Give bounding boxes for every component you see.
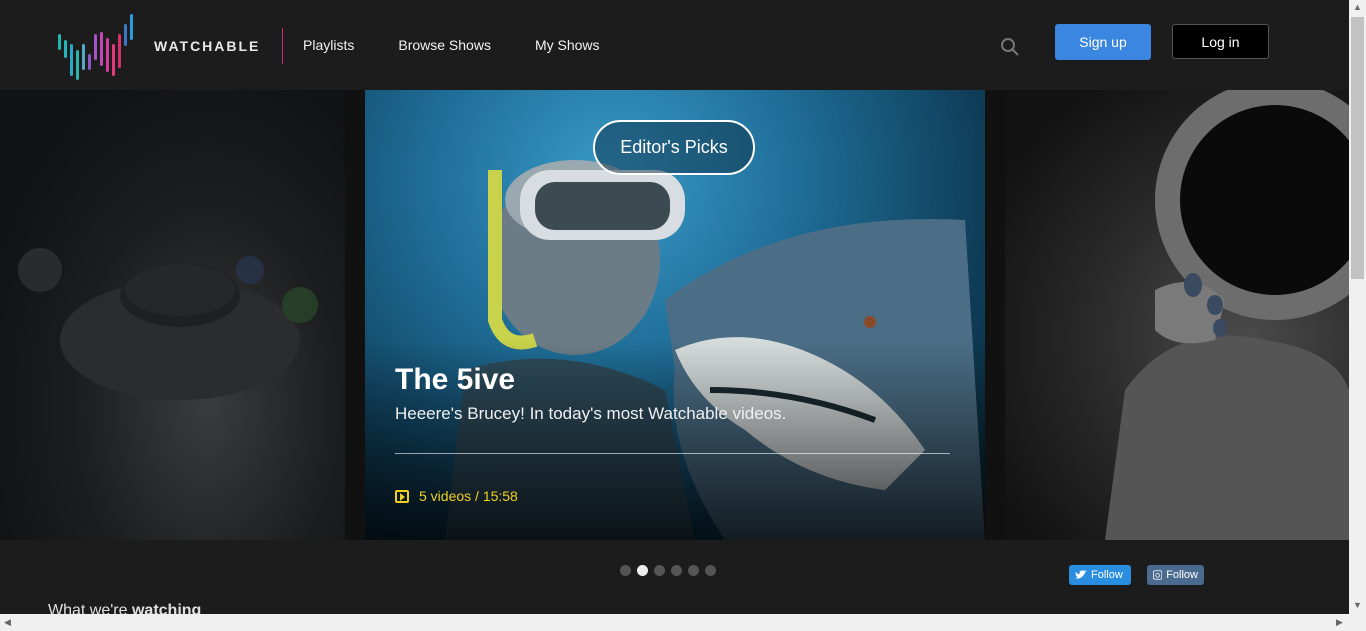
search-icon[interactable] [1000,37,1020,57]
play-icon [395,489,409,503]
hero-meta: 5 videos / 15:58 [395,488,518,504]
hero-meta-text: 5 videos / 15:58 [419,488,518,504]
carousel-slide-next[interactable] [1005,90,1349,540]
vertical-scroll-thumb[interactable] [1351,17,1364,279]
page: WATCHABLE Playlists Browse Shows My Show… [0,0,1366,631]
carousel-dot-active[interactable] [637,565,648,576]
twitter-icon [1075,570,1087,579]
hero-divider [395,453,950,454]
instagram-icon [1153,570,1163,580]
hero-subtitle: Heeere's Brucey! In today's most Watchab… [395,404,787,423]
scroll-right-icon[interactable]: ▶ [1336,617,1343,628]
carousel-dot[interactable] [705,565,716,576]
carousel-slide-active[interactable]: Editor's Picks The 5ive Heeere's Brucey!… [365,90,985,540]
astronaut-image [1105,90,1349,540]
logo-bars-icon [58,14,142,80]
login-button[interactable]: Log in [1172,24,1269,59]
featured-carousel: Editor's Picks The 5ive Heeere's Brucey!… [0,90,1349,540]
instagram-follow-label: Follow [1166,569,1198,581]
scroll-up-icon[interactable]: ▲ [1353,2,1362,12]
site-header: WATCHABLE Playlists Browse Shows My Show… [0,0,1349,90]
controller-image [18,248,318,400]
signup-button[interactable]: Sign up [1055,24,1151,60]
nav-browse-shows[interactable]: Browse Shows [398,37,491,53]
carousel-dot[interactable] [671,565,682,576]
horizontal-scrollbar[interactable] [0,614,1366,631]
carousel-slide-prev[interactable] [0,90,345,540]
twitter-follow-label: Follow [1091,569,1123,581]
carousel-pagination [620,565,716,576]
scroll-left-icon[interactable]: ◀ [4,617,11,628]
nav-playlists[interactable]: Playlists [303,37,354,53]
watchable-logo[interactable]: WATCHABLE [58,14,268,80]
brand-name: WATCHABLE [154,38,261,54]
logo-divider [282,28,283,64]
carousel-dot[interactable] [620,565,631,576]
scroll-down-icon[interactable]: ▼ [1353,600,1362,610]
nav-my-shows[interactable]: My Shows [535,37,600,53]
instagram-follow-button[interactable]: Follow [1147,565,1204,585]
carousel-dot[interactable] [688,565,699,576]
carousel-dot[interactable] [654,565,665,576]
editors-picks-badge[interactable]: Editor's Picks [593,120,755,175]
main-nav: Playlists Browse Shows My Shows [303,37,644,53]
twitter-follow-button[interactable]: Follow [1069,565,1131,585]
hero-title[interactable]: The 5ive [395,363,515,397]
